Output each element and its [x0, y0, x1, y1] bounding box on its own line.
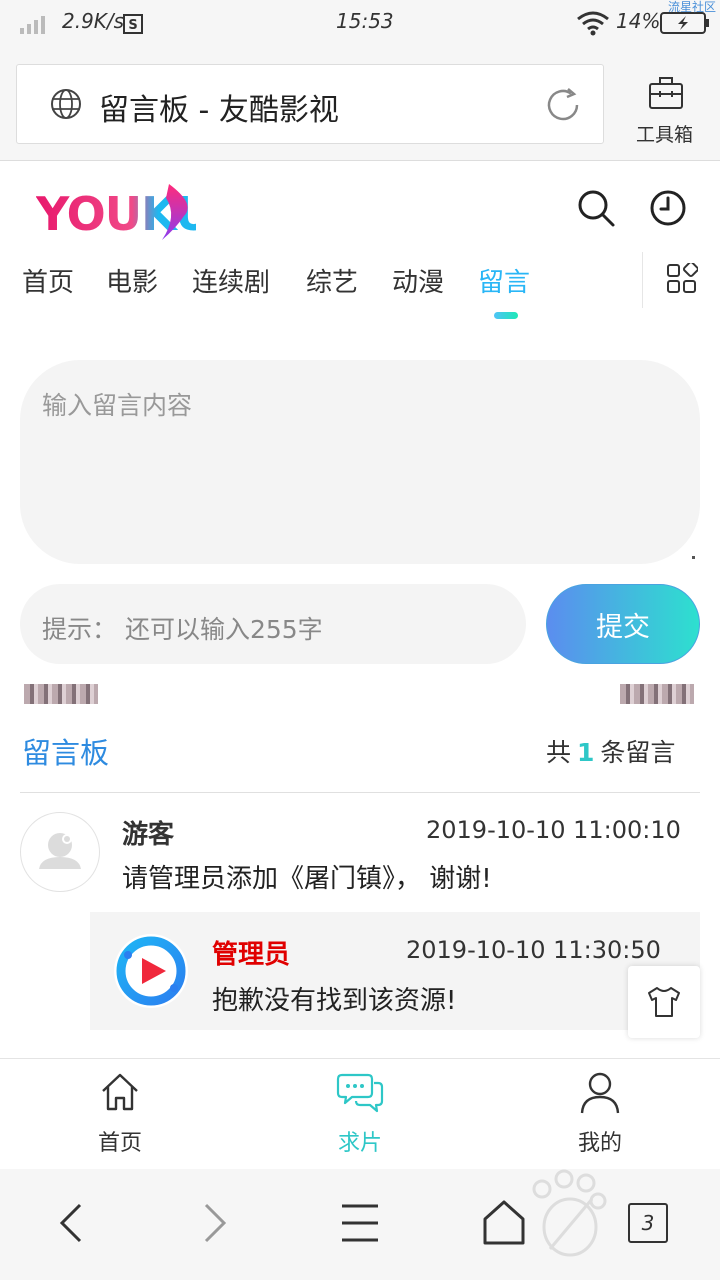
message-text: 请管理员添加《屠门镇》， 谢谢! [122, 864, 492, 894]
clock: 15:53 [336, 9, 394, 33]
count-number: 1 [577, 738, 595, 767]
board-divider [20, 792, 700, 793]
nav-active-indicator [494, 312, 518, 319]
home-icon [102, 1073, 138, 1111]
tab-mine-label: 我的 [577, 1131, 622, 1156]
tab-home[interactable]: 首页 [0, 1059, 240, 1169]
nav-variety[interactable]: 综艺 [306, 262, 358, 299]
user-icon [580, 1072, 620, 1114]
history-clock-icon[interactable] [648, 188, 688, 228]
reply-text: 抱歉没有找到该资源! [212, 986, 457, 1016]
browser-bottom-bar: 3 [0, 1169, 720, 1280]
count-prefix: 共 [546, 738, 572, 767]
site-logo[interactable]: YOUKU [35, 176, 212, 250]
skin-button[interactable] [628, 966, 700, 1038]
nav-anime[interactable]: 动漫 [392, 262, 444, 299]
bottom-tab-bar: 首页 求片 我的 [0, 1058, 720, 1170]
battery-percent: 14% [616, 9, 661, 33]
address-bar[interactable]: 留言板 - 友酷影视 [16, 64, 604, 144]
nav-series[interactable]: 连续剧 [192, 262, 270, 299]
svg-text:S: S [128, 18, 137, 33]
nav-guestbook[interactable]: 留言 [478, 262, 530, 299]
nav-home[interactable]: 首页 [22, 262, 74, 299]
search-icon[interactable] [576, 188, 616, 228]
board-title: 留言板 [22, 736, 110, 770]
tab-home-label: 首页 [97, 1131, 142, 1156]
message-count: 共 1 条留言 [546, 733, 675, 769]
message-username: 游客 [122, 820, 175, 850]
home-browser-icon[interactable] [482, 1199, 526, 1247]
avatar [20, 812, 100, 892]
corner-watermark: 流星社区 [668, 0, 717, 14]
decorative-image-left [24, 684, 98, 704]
decorative-image-right [620, 684, 694, 704]
s-badge-icon: S [123, 14, 143, 34]
youku-app-avatar-icon [114, 934, 188, 1008]
page-title: 留言板 - 友酷影视 [99, 93, 339, 128]
submit-button[interactable]: 提交 [546, 584, 700, 664]
back-icon[interactable] [56, 1201, 86, 1245]
browser-address-area: 留言板 - 友酷影视 工具箱 [0, 44, 720, 161]
guest-avatar-icon [39, 833, 81, 869]
message-placeholder: 输入留言内容 [42, 391, 193, 420]
network-speed: 2.9K/s [62, 9, 125, 33]
resize-handle[interactable] [692, 556, 695, 559]
refresh-icon[interactable] [543, 85, 583, 125]
nav-movies[interactable]: 电影 [106, 262, 158, 299]
chat-bubbles-icon [336, 1073, 384, 1113]
toolbox-label[interactable]: 工具箱 [636, 120, 693, 147]
tab-mine[interactable]: 我的 [480, 1059, 720, 1169]
char-limit-hint: 提示： 还可以输入255字 [42, 615, 323, 644]
status-bar: 2.9K/s S 15:53 14% 流星社区 [0, 0, 720, 44]
nav-divider [642, 252, 643, 308]
youku-logo: YOUKU [35, 184, 212, 241]
tab-request-label: 求片 [337, 1131, 382, 1156]
reply-time: 2019-10-10 11:30:50 [406, 936, 661, 964]
tabs-count-button[interactable]: 3 [628, 1203, 668, 1243]
signal-icon [20, 16, 45, 34]
menu-icon[interactable] [340, 1203, 380, 1243]
wifi-icon [577, 11, 609, 36]
tshirt-icon [648, 987, 680, 1017]
globe-icon [51, 89, 81, 119]
forward-icon[interactable] [200, 1201, 230, 1245]
battery-icon [660, 12, 709, 34]
message-time: 2019-10-10 11:00:10 [426, 816, 681, 844]
count-suffix: 条留言 [600, 738, 676, 767]
toolbox-icon[interactable] [648, 76, 684, 110]
tab-request[interactable]: 求片 [240, 1059, 480, 1169]
grid-menu-icon[interactable] [666, 263, 698, 295]
reply-username: 管理员 [212, 940, 291, 970]
paw-watermark-icon [532, 1169, 607, 1257]
